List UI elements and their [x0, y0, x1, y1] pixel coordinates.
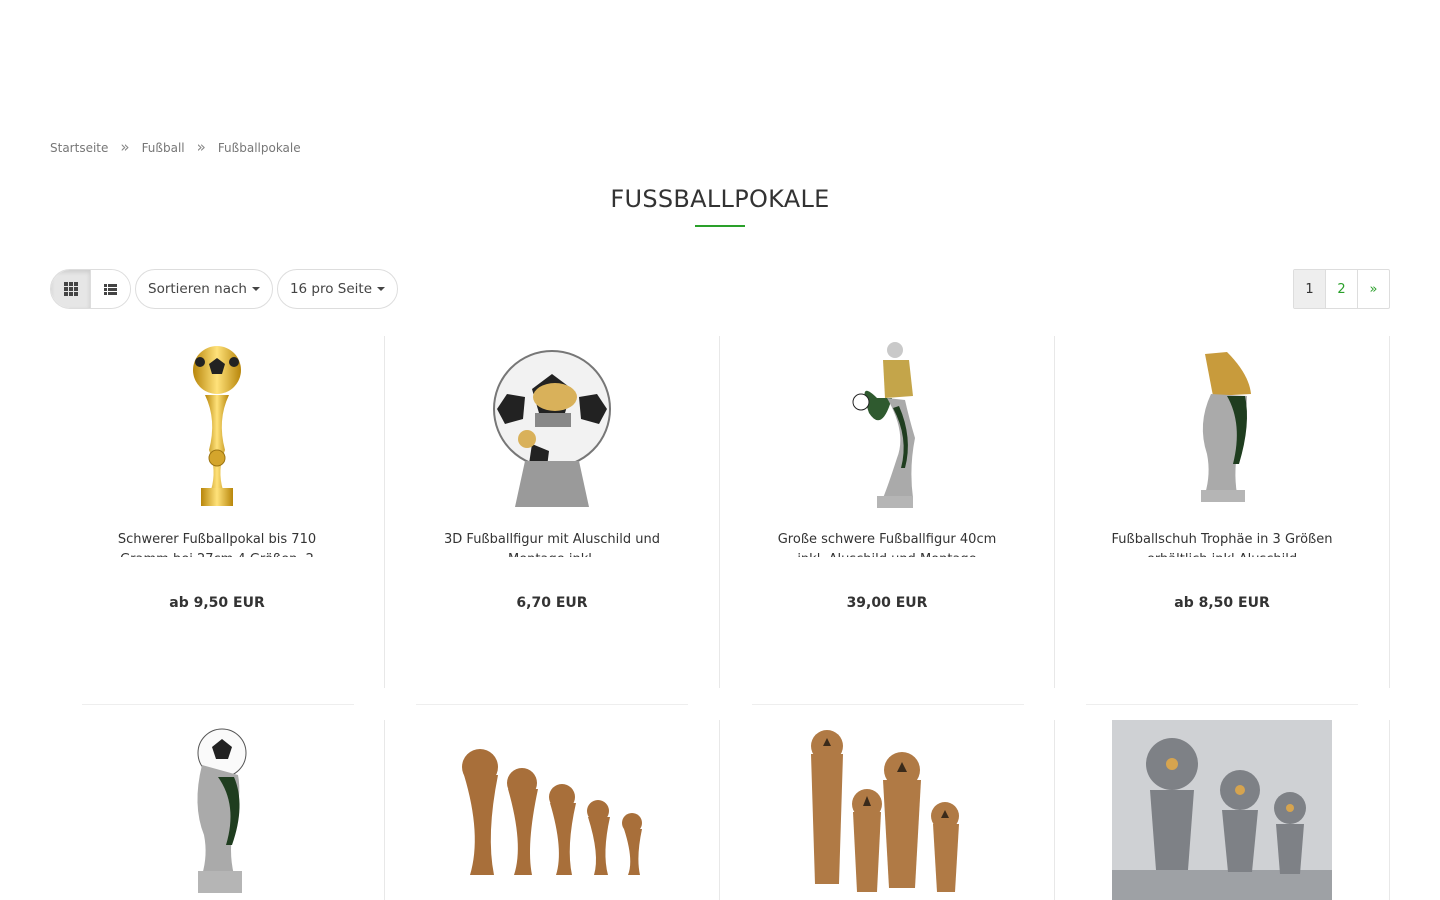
per-page-dropdown[interactable]: 16 pro Seite: [276, 269, 399, 309]
pagination: 1 2 »: [1293, 269, 1390, 309]
list-view-button[interactable]: [90, 270, 130, 308]
product-card[interactable]: Große schwere Fußballfigur 40cm inkl. Al…: [720, 336, 1055, 688]
breadcrumb: Startseite » Fußball » Fußballpokale: [50, 138, 301, 158]
football-boot-trophy-image: [1201, 352, 1251, 502]
breadcrumb-current[interactable]: Fußballpokale: [218, 141, 301, 155]
product-price: ab 8,50 EUR: [1174, 595, 1270, 611]
product-card[interactable]: Schwerer Fußballpokal bis 710 Gramm bei …: [50, 336, 385, 688]
football-player-figure-image: [852, 342, 915, 508]
product-card[interactable]: [1055, 720, 1390, 900]
caret-down-icon: [251, 287, 260, 291]
product-image[interactable]: [385, 336, 719, 512]
product-image[interactable]: [720, 720, 1054, 900]
product-image[interactable]: [1055, 720, 1389, 900]
bronze-star-trophy-set-image: [811, 730, 959, 892]
title-underline: [695, 225, 745, 227]
product-card[interactable]: [720, 720, 1055, 900]
product-image[interactable]: [50, 336, 384, 512]
grid-icon: [63, 282, 78, 296]
row-divider: [82, 704, 354, 705]
next-page-button[interactable]: »: [1357, 270, 1389, 308]
row-divider: [752, 704, 1024, 705]
listing-toolbar: Sortieren nach 16 pro Seite: [50, 269, 399, 309]
gold-ball-trophy-image: [193, 346, 241, 506]
page-title: FUSSBALLPOKALE: [610, 185, 830, 213]
breadcrumb-separator: »: [120, 138, 130, 156]
sort-dropdown[interactable]: Sortieren nach: [135, 269, 273, 309]
page: Startseite » Fußball » Fußballpokale FUS…: [0, 0, 1440, 900]
product-price: ab 9,50 EUR: [169, 595, 265, 611]
product-name[interactable]: Große schwere Fußballfigur 40cm inkl. Al…: [767, 530, 1007, 557]
page-1-button[interactable]: 1: [1294, 270, 1325, 308]
product-name[interactable]: Schwerer Fußballpokal bis 710 Gramm bei …: [97, 530, 337, 557]
product-image[interactable]: [385, 720, 719, 900]
product-name[interactable]: Fußballschuh Trophäe in 3 Größen erhältl…: [1102, 530, 1342, 557]
3d-football-figure-image: [493, 350, 611, 507]
list-icon: [104, 283, 117, 295]
product-image[interactable]: [1055, 336, 1389, 512]
caret-down-icon: [377, 287, 386, 291]
product-card[interactable]: [385, 720, 720, 900]
product-image[interactable]: [50, 720, 384, 900]
ball-on-stand-trophy-image: [197, 728, 247, 893]
per-page-label: 16 pro Seite: [289, 281, 373, 297]
product-price: 6,70 EUR: [516, 595, 588, 611]
product-card[interactable]: 3D Fußballfigur mit Aluschild und Montag…: [385, 336, 720, 688]
bronze-trophy-set-image: [462, 749, 642, 875]
row-divider: [1086, 704, 1358, 705]
product-card[interactable]: [50, 720, 385, 900]
breadcrumb-separator: »: [196, 138, 206, 156]
product-name[interactable]: 3D Fußballfigur mit Aluschild und Montag…: [432, 530, 672, 557]
breadcrumb-home[interactable]: Startseite: [50, 141, 108, 155]
silver-ball-trophy-photo-image: [1112, 720, 1332, 900]
product-price: 39,00 EUR: [846, 595, 928, 611]
product-card[interactable]: Fußballschuh Trophäe in 3 Größen erhältl…: [1055, 336, 1390, 688]
product-image[interactable]: [720, 336, 1054, 512]
sort-label: Sortieren nach: [148, 281, 247, 297]
grid-view-button[interactable]: [51, 270, 90, 308]
page-title-wrap: FUSSBALLPOKALE: [0, 185, 1440, 227]
view-toggle-group: [50, 269, 131, 309]
breadcrumb-fussball[interactable]: Fußball: [142, 141, 185, 155]
row-divider: [416, 704, 688, 705]
page-2-button[interactable]: 2: [1325, 270, 1357, 308]
